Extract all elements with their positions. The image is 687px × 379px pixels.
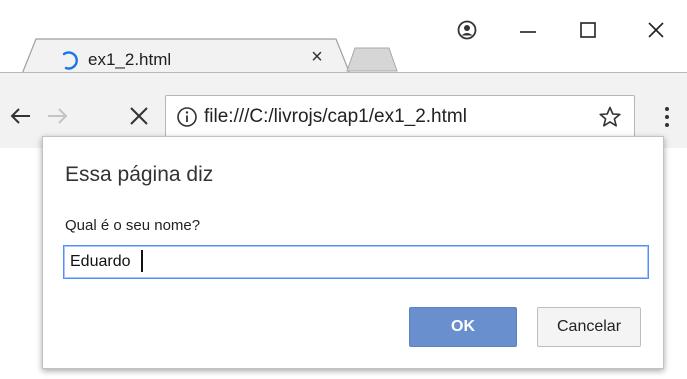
new-tab-button[interactable] <box>345 46 399 72</box>
close-icon <box>648 22 664 38</box>
prompt-dialog: Essa página diz Qual é o seu nome? Eduar… <box>42 136 664 369</box>
url-text[interactable]: file:///C:/livrojs/cap1/ex1_2.html <box>204 106 467 128</box>
window-close-button[interactable] <box>636 14 676 46</box>
profile-button[interactable] <box>447 14 487 46</box>
dialog-title: Essa página diz <box>65 163 214 186</box>
loading-spinner-icon <box>62 51 78 70</box>
maximize-icon <box>580 22 596 38</box>
stop-icon <box>130 107 148 125</box>
maximize-button[interactable] <box>568 14 608 46</box>
text-caret <box>141 250 143 272</box>
forward-arrow-icon <box>48 108 68 124</box>
menu-dot <box>665 115 669 119</box>
minimize-button[interactable] <box>508 14 548 46</box>
address-bar[interactable]: file:///C:/livrojs/cap1/ex1_2.html <box>165 95 635 139</box>
minimize-icon <box>520 31 536 33</box>
browser-window: ex1_2.html × file:///C:/livrojs/cap1/ex1… <box>0 0 687 379</box>
back-button[interactable] <box>6 101 36 131</box>
forward-button[interactable] <box>42 101 72 131</box>
stop-button[interactable] <box>124 101 154 131</box>
info-icon[interactable] <box>176 106 198 128</box>
tab-title: ex1_2.html <box>88 50 172 69</box>
tab-strip: ex1_2.html × <box>0 0 687 74</box>
name-input[interactable] <box>63 245 649 279</box>
ok-button[interactable]: OK <box>409 307 517 347</box>
menu-dot <box>665 107 669 111</box>
kebab-menu-icon[interactable] <box>657 103 677 131</box>
dialog-message: Qual é o seu nome? <box>65 217 201 234</box>
menu-dot <box>665 123 669 127</box>
cancel-button[interactable]: Cancelar <box>537 307 641 347</box>
profile-icon <box>457 20 477 40</box>
star-icon[interactable] <box>598 105 622 129</box>
tab-close-icon[interactable]: × <box>306 46 328 68</box>
back-arrow-icon <box>10 108 30 124</box>
